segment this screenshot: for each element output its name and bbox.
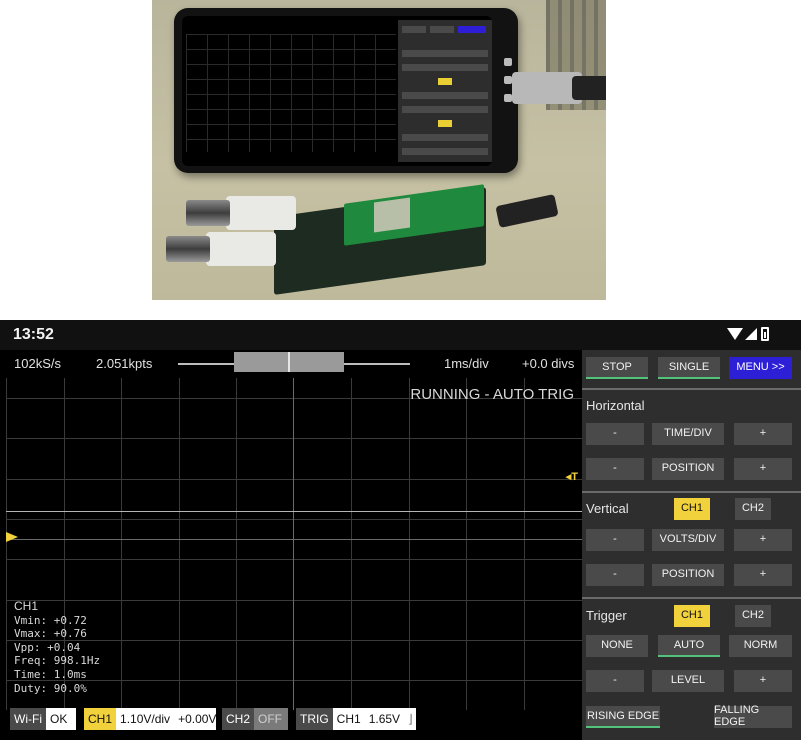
duty: Duty: 90.0%: [14, 681, 87, 695]
ch1-tag: CH1: [84, 708, 117, 730]
wireless-module: [374, 197, 410, 233]
trigger-ch1-button[interactable]: CH1: [674, 605, 710, 627]
center-horizontal-axis: [6, 539, 582, 540]
v-position-minus-button[interactable]: -: [586, 564, 644, 586]
ch2-value: OFF: [258, 712, 283, 726]
signal-icon: [745, 328, 757, 340]
trigger-ch2-button[interactable]: CH2: [735, 605, 771, 627]
run-state: RUNNING - AUTO TRIG: [410, 386, 574, 403]
trig-source: CH1: [336, 712, 361, 726]
measurements: CH1 Vmin: +0.72 Vmax: +0.76 Vpp: +0.04 F…: [14, 599, 101, 695]
ch1-offset: +0.00V: [178, 712, 217, 726]
vpp: Vpp: +0.04: [14, 640, 81, 654]
trigger-section-title: Trigger: [586, 608, 627, 623]
ch2-status[interactable]: CH2 OFF: [222, 708, 288, 730]
horizontal-offset: +0.0 divs: [522, 356, 575, 371]
trig-level-label: LEVEL: [652, 670, 724, 692]
smartphone: [174, 8, 518, 173]
ch2-tag: CH2: [222, 708, 255, 730]
status-icons: [727, 327, 771, 342]
timeline-marker: [288, 352, 290, 372]
bnc-connector-1: [186, 196, 296, 230]
hardware-photo: [152, 0, 606, 300]
oscilloscope-app: 13:52 102kS/s 2.051kpts 1ms/div +0.0 div…: [0, 320, 801, 740]
ch1-trace: [6, 511, 582, 512]
falling-edge-button[interactable]: FALLING EDGE: [714, 704, 792, 728]
sample-rate: 102kS/s: [14, 356, 61, 371]
wifi-status[interactable]: Wi-Fi OK: [10, 708, 76, 730]
status-strip: Wi-Fi OK CH1 1.10V/div +0.00V CH2 OFF TR…: [6, 708, 582, 730]
ch1-scale: 1.10V/div: [120, 712, 171, 726]
time-div-plus-button[interactable]: +: [734, 423, 792, 445]
menu-button[interactable]: MENU >>: [729, 357, 792, 379]
phone-screen-thumbnail: [182, 16, 492, 166]
trigger-norm-button[interactable]: NORM: [729, 635, 792, 657]
trig-level-plus-button[interactable]: +: [734, 670, 792, 692]
volts-div-label: VOLTS/DIV: [652, 529, 724, 551]
trigger-auto-button[interactable]: AUTO: [658, 635, 720, 657]
trig-edge-icon: ⌋: [408, 712, 413, 726]
trigger-status[interactable]: TRIG CH1 1.65V ⌋: [296, 708, 416, 730]
battery-icon: [761, 327, 769, 341]
trig-level-minus-button[interactable]: -: [586, 670, 644, 692]
h-position-minus-button[interactable]: -: [586, 458, 644, 480]
phone-screen-grid: [186, 34, 396, 152]
vertical-section-title: Vertical: [586, 501, 629, 516]
stop-button[interactable]: STOP: [586, 357, 648, 379]
single-button[interactable]: SINGLE: [658, 357, 720, 379]
volts-div-minus-button[interactable]: -: [586, 529, 644, 551]
h-position-label: POSITION: [652, 458, 724, 480]
clock: 13:52: [13, 326, 54, 343]
usb-cable-board: [495, 194, 559, 228]
wifi-value: OK: [49, 712, 68, 726]
vertical-ch1-button[interactable]: CH1: [674, 498, 710, 520]
trig-level: 1.65V: [368, 712, 401, 726]
volts-div-plus-button[interactable]: +: [734, 529, 792, 551]
rising-edge-button[interactable]: RISING EDGE: [586, 706, 660, 728]
time: Time: 1.0ms: [14, 667, 87, 681]
trigger-none-button[interactable]: NONE: [586, 635, 648, 657]
android-status-bar: 13:52: [0, 320, 801, 350]
control-panel: STOP SINGLE MENU >> Horizontal - TIME/DI…: [582, 350, 801, 740]
vmax: Vmax: +0.76: [14, 627, 87, 641]
horizontal-section-title: Horizontal: [586, 398, 645, 413]
frequency: Freq: 998.1Hz: [14, 654, 101, 668]
measurement-channel: CH1: [14, 599, 39, 613]
v-position-plus-button[interactable]: +: [734, 564, 792, 586]
v-position-label: POSITION: [652, 564, 724, 586]
waveform-display[interactable]: RUNNING - AUTO TRIG ◂T CH1 Vmin: +0.72 V…: [6, 378, 582, 710]
time-div-minus-button[interactable]: -: [586, 423, 644, 445]
bnc-connector-2: [166, 232, 276, 266]
point-count: 2.051kpts: [96, 356, 153, 371]
vertical-ch2-button[interactable]: CH2: [735, 498, 771, 520]
h-position-plus-button[interactable]: +: [734, 458, 792, 480]
trigger-level-marker[interactable]: ◂T: [566, 470, 578, 483]
acquisition-info: 102kS/s 2.051kpts 1ms/div +0.0 divs: [0, 350, 582, 378]
wifi-tag: Wi-Fi: [10, 708, 46, 730]
time-div-label: TIME/DIV: [652, 423, 724, 445]
ch1-status[interactable]: CH1 1.10V/div +0.00V: [84, 708, 216, 730]
center-vertical-axis: [293, 378, 294, 710]
vmin: Vmin: +0.72: [14, 613, 87, 627]
trig-tag: TRIG: [296, 708, 333, 730]
timebase: 1ms/div: [444, 356, 489, 371]
usb-cable-top: [572, 76, 606, 100]
ch1-ground-marker[interactable]: [6, 532, 18, 542]
phone-screen-panel: [398, 20, 492, 162]
wifi-icon: [727, 328, 743, 340]
oscilloscope-board: [154, 184, 494, 295]
